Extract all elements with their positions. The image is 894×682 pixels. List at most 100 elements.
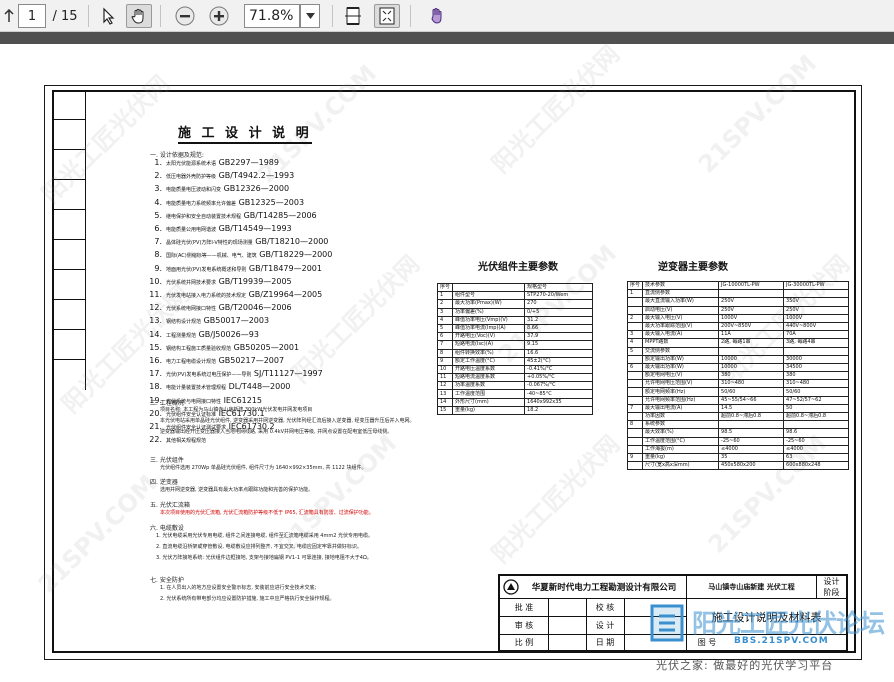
list-item: 8. 国际(AC)侧缩标等——机械、电气、建筑 GB/T18229—2000 [154,250,333,260]
table-cell: 250V [718,305,785,315]
table-row: 6 最大输出功率(W) 10000 34500 [626,362,849,373]
table-cell: 9 [436,356,454,366]
table-cell: 8 [626,420,644,430]
hand-tool-button[interactable] [126,4,152,28]
list-item: 10. 光伏系统并网技术要求 GB/T19939—2005 [149,276,292,286]
table-cell [626,461,644,471]
previous-page-icon[interactable] [2,4,16,28]
table-cell: 31.2 [524,315,593,325]
table-cell: 250V [783,305,849,315]
inverter-paragraph: 选用并网逆变器, 逆变器具有最大功率点跟踪功能和完善的保护功能。 [160,487,314,493]
table-cell: 额定电网电压(V) [642,371,720,381]
list-item: 17. 光伏(PV)发电系统过电压保护——导则 SJ/T11127—1997 [149,369,323,379]
table-cell: 重量(kg) [642,452,720,463]
table-cell [626,321,644,332]
table-cell: 98.5 [718,428,785,438]
page-number-value: 1 [27,8,37,24]
table-cell: 14 [436,397,454,407]
table-row: 3 最大输入电流(A) 11A 70A [626,330,849,340]
table-cell: 310~480 [783,379,849,389]
page-number-input[interactable]: 1 [18,4,46,28]
table-cell: 600x880x248 [783,461,849,471]
list-item: 12. 光伏系统电网接口特性 GB/T20046—2006 [149,303,292,313]
table-row: 2 最大功率(Pmax)(W) 270 [436,299,593,309]
table-row: 最大效率(%) 98.5 98.6 [626,428,849,438]
list-item: 13. 钢结构设计规范 GB50017—2003 [149,316,270,326]
table-cell: 4 [626,338,644,348]
table-cell: 47~52/57~62 [783,395,849,405]
table-cell: 3路, 每路4串 [783,338,849,348]
fit-page-button[interactable] [374,4,400,28]
table-cell: 最大效率(%) [642,428,720,438]
table-cell: 超前0.8~滞后0.8 [718,411,785,422]
table-cell: 380 [718,371,785,381]
select-tool-button[interactable] [96,4,122,28]
table-cell: 9.15 [524,340,593,350]
table-row: 允许电网频率范围(Hz) 45~55/54~66 47~52/57~62 [626,395,849,405]
table-row: 11 短路电流温度系数 +0.05%/°C [436,373,593,383]
table-cell: 98.6 [783,428,849,438]
toolbar-shadow-bar [0,32,894,44]
table-cell: STP270-20/Wem [524,291,593,301]
table-cell: 37.9 [524,332,593,342]
select-arrow-icon [103,7,115,25]
table-cell: 14.5 [718,403,785,414]
table-row: 15 重量(kg) 18.2 [436,405,593,416]
zoom-out-icon [175,6,195,26]
table-row: 6 开路电压(Voc)(V) 37.9 [436,332,593,342]
zoom-level-input[interactable]: 71.8% [244,4,300,28]
table-cell: 5 [626,346,644,356]
cables-paragraph: 1. 光伏电缆采用光伏专用电缆, 组件之间连接电缆, 组件至汇流箱电缆采用 4m… [156,533,374,561]
table-cell: 1 [626,289,644,299]
list-item: 6. 电能质量公用电网谐波 GB/T14549—1993 [154,224,292,234]
table-row: 工作温度范围(°C) -25~60 -25~60 [626,436,849,446]
list-item: 16. 电力工程电缆设计规范 GB50217—2007 [149,356,285,366]
table-cell: 2 [436,299,454,309]
table-cell: 3 [626,330,644,340]
table-cell: 2 [626,313,644,323]
table-row: 13 工作温度范围 -40~85°C [436,389,593,399]
read-mode-button[interactable] [426,4,448,28]
table-cell: 开路电压(Voc)(V) [452,332,526,342]
table-cell: 启动电压(V) [642,305,720,315]
list-item: 2. 低压电器外壳防护等级 GB/T4942.2—1993 [154,171,295,181]
table-cell: 15 [436,405,454,416]
table-cell: 8.66 [524,323,593,334]
fit-width-button[interactable] [340,4,366,28]
list-item: 11. 光伏发电站接入电力系统的技术规定 GB/Z19964—2005 [149,290,323,300]
table-cell: 工作海拔(m) [642,444,720,454]
table-header-row: 序号 技术参数 JG-10000TL-PW JG-30000TL-PW [626,280,849,291]
safety-paragraph: 1. 在人员出入的地方应设置安全警示标志, 安装前应进行安全技术交底; 2. 光… [160,585,335,602]
company-name: 华夏新时代电力工程勘测设计有限公司 [531,583,677,593]
table-row: 最大功率跟踪范围(V) 200V~850V 440V~800V [626,321,849,332]
zoom-in-button[interactable] [206,4,232,28]
zoom-dropdown-button[interactable] [300,4,320,28]
table-cell: 额定输出功率(W) [642,354,720,364]
table-cell: 1640x992x35 [524,397,593,407]
table-row: 启动电压(V) 250V 250V [626,305,849,315]
table-cell [626,297,644,307]
table-cell: 6 [626,362,644,373]
forum-logo-text: 阳光工匠光伏论坛 [692,609,885,638]
review-label: 审 核 [514,621,534,630]
table-cell: 50 [783,403,849,414]
table-cell: 超前0.8~滞后0.8 [783,411,849,422]
table-cell [626,428,644,438]
table-row: 5 峰值功率电流(Imp)(A) 8.66 [436,323,593,334]
table-row: 1 组件型号 STP270-20/Wem [436,291,593,301]
table-cell: 380 [783,371,849,381]
viewer-toolbar: 1 / 15 71.8% [0,0,894,32]
table-cell [626,371,644,381]
table-cell: 12 [436,381,454,391]
table-cell: +0.05%/°C [524,373,593,383]
table-cell: 额定工作温度(°C) [452,356,526,366]
approve-label: 批 准 [514,603,534,612]
table-cell: 工作温度范围 [452,389,526,399]
read-mode-icon [431,8,442,24]
zoom-out-button[interactable] [172,4,198,28]
table-row: 10 开路电压温度系数 -0.41%/°C [436,364,593,375]
table-cell: 4 [436,315,454,325]
table-row: 8 系统参数 [626,420,849,430]
table-cell: 50/60 [718,387,785,397]
combiner-paragraph: 本次项目使用的光伏汇流箱, 光伏汇流箱防护等级不低于 IP65, 汇流箱具有防雷… [160,510,374,516]
